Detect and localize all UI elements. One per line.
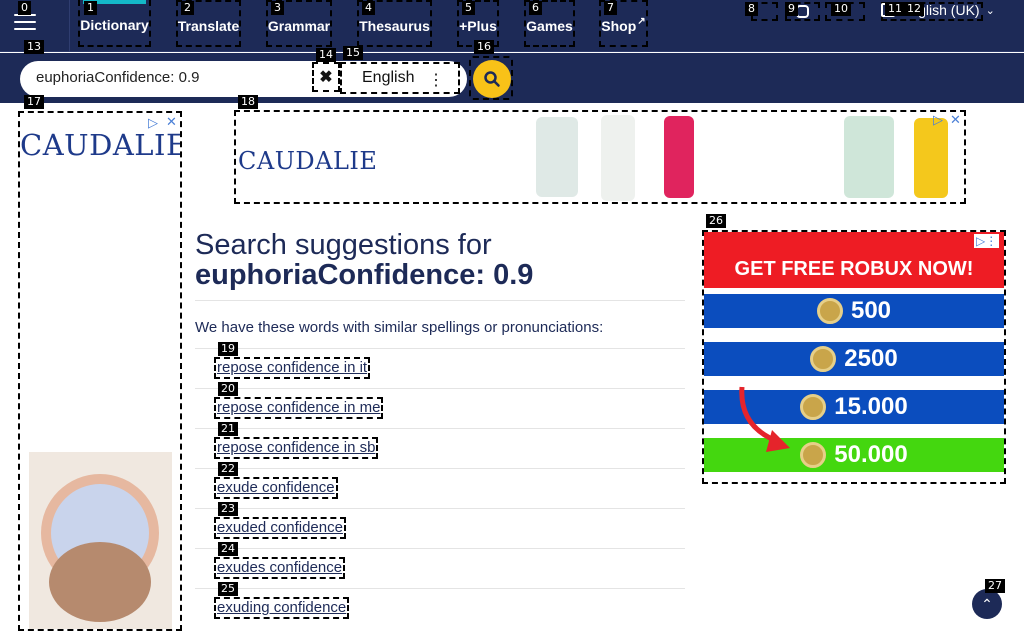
main-content: Search suggestions for euphoriaConfidenc… [195,230,685,628]
list-item: repose confidence in it [195,348,685,388]
suggestion-link[interactable]: repose confidence in sb [214,437,379,459]
nav-grammar-label: Grammar [267,17,331,34]
ad-product-stick [844,116,894,198]
clear-search-button[interactable]: ✖ [312,62,340,92]
ad-offer-amount: 50.000 [834,441,908,468]
top-nav-bar [0,0,1024,52]
overlay-badge: 5 [462,1,475,15]
ad-offer-1: 500 [704,294,1004,328]
ad-product-tube-2 [601,115,635,201]
nav-shop-label: Shop [601,17,637,34]
list-item: exuded confidence [195,508,685,548]
menu-icon[interactable] [14,14,36,34]
overlay-badge: 25 [218,582,238,596]
suggestion-link[interactable]: exude confidence [214,477,338,499]
overlay-badge: 0 [18,1,31,15]
right-ad[interactable]: GET FREE ROBUX NOW! ▷⋮ 500 2500 15.000 5… [702,230,1006,484]
ad-choices-icon[interactable]: ▷⋮ [974,234,1000,248]
ad-product-lipstick [664,116,694,198]
dictionary-language-value: English [362,69,415,86]
more-vertical-icon: ⋮ [428,72,444,89]
banner-brand-logo: CAUDALIE [238,147,378,175]
intro-text: We have these words with similar spellin… [195,319,604,336]
page-title-query: euphoriaConfidence: 0.9 [195,259,534,291]
ad-close-icon[interactable]: ✕ [950,112,961,128]
arrow-graphic [739,386,790,452]
close-icon: ✖ [319,69,333,86]
nav-plus-label: +Plus [459,17,497,34]
nav-thesaurus-label: Thesaurus [359,17,430,34]
top-banner-ad[interactable]: CAUDALIE ▷ ✕ [234,110,966,204]
list-item: exuding confidence [195,588,685,628]
overlay-badge: 9 [785,2,798,16]
overlay-badge: 20 [218,382,238,396]
overlay-badge: 18 [238,95,258,109]
ad-offer-2: 2500 [704,342,1004,376]
suggestion-link[interactable]: exuded confidence [214,517,346,539]
ad-product-tube-1 [536,117,578,197]
overlay-badge: 7 [604,1,617,15]
suggestion-link[interactable]: repose confidence in it [214,357,371,379]
list-item: repose confidence in me [195,388,685,428]
suggestion-list: repose confidence in it repose confidenc… [195,348,685,628]
suggestion-link[interactable]: exudes confidence [214,557,346,579]
scroll-to-top-button[interactable]: ⌃ [972,589,1002,619]
ad-product-sunscreen [914,118,948,198]
search-button[interactable] [469,56,513,100]
overlay-badge: 4 [362,1,375,15]
overlay-badge: 24 [218,542,238,556]
chevron-down-icon: ⌄ [985,4,995,17]
overlay-badge: 16 [474,40,494,54]
external-link-icon: ↗ [637,16,646,27]
nav-games-label: Games [526,17,573,34]
overlay-badge: 26 [706,214,726,228]
overlay-badge: 13 [24,40,44,54]
overlay-badge: 22 [218,462,238,476]
search-input-value: euphoriaConfidence: 0.9 [36,69,200,86]
overlay-badge: 14 [316,48,336,62]
divider [195,300,685,301]
overlay-badge: 23 [218,502,238,516]
ad-offer-amount: 2500 [844,345,898,372]
nav-divider [69,0,70,52]
overlay-badge: 6 [529,1,542,15]
search-icon [473,60,511,98]
ad-product-image [29,452,172,629]
robux-coin-icon [816,298,843,324]
robux-coin-icon [800,394,827,420]
suggestion-link[interactable]: repose confidence in me [214,397,384,419]
overlay-badge: 8 [745,2,758,16]
suggestion-link[interactable]: exuding confidence [214,597,350,619]
overlay-badge: 21 [218,422,238,436]
overlay-badge: 11 [885,2,905,16]
page-title: Search suggestions for [195,229,492,261]
overlay-badge: 3 [271,1,284,15]
ad-offer-amount: 15.000 [834,393,908,420]
list-item: exude confidence [195,468,685,508]
ad-choices-icon[interactable]: ▷ [933,112,943,128]
overlay-badge: 12 [904,2,924,16]
robux-coin-icon [810,346,837,372]
list-item: repose confidence in sb [195,428,685,468]
ad-headline: GET FREE ROBUX NOW! [704,232,1004,288]
overlay-badge: 19 [218,342,238,356]
dictionary-language-select[interactable]: English ⋮ [340,62,460,94]
robux-coin-icon [800,442,827,468]
overlay-badge: 17 [24,95,44,109]
overlay-badge: 27 [985,579,1005,593]
chevron-up-icon: ⌃ [981,595,993,612]
ad-offer-amount: 500 [850,297,892,324]
overlay-badge: 15 [343,46,363,60]
nav-dictionary-label: Dictionary [80,16,149,33]
nav-translate-label: Translate [177,17,240,34]
ad-brand-logo: CAUDALIE [20,128,182,162]
list-item: exudes confidence [195,548,685,588]
left-ad[interactable]: ▷ ✕ CAUDALIE [18,111,182,631]
overlay-badge: 10 [831,2,851,16]
overlay-badge: 2 [181,1,194,15]
overlay-badge: 1 [84,1,97,15]
